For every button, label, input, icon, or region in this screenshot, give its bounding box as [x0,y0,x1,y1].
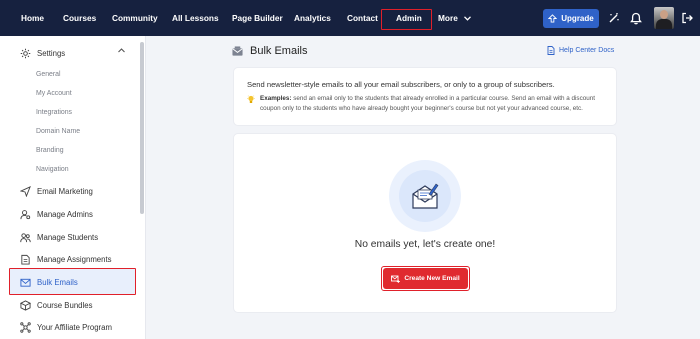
settings-sub-general[interactable]: General [36,69,61,81]
avatar[interactable] [654,7,674,29]
affiliate-icon [20,321,31,333]
chevron-down-icon [464,16,472,21]
sidebar-item-manage-assignments[interactable]: Manage Assignments [0,250,140,268]
gear-icon [20,48,31,59]
magic-wand-icon[interactable] [607,10,621,26]
bundle-icon [20,299,31,311]
sidebar-scrollbar[interactable] [140,42,144,214]
page-title: Bulk Emails [250,45,308,57]
avatar-face [660,10,668,19]
nav-home[interactable]: Home [21,0,44,36]
example-line-1: Examples: send an email only to the stud… [260,95,595,102]
nav-page-builder[interactable]: Page Builder [232,0,283,36]
top-navigation-bar: Home Courses Community All Lessons Page … [0,0,700,36]
settings-sub-domain-name[interactable]: Domain Name [36,126,80,138]
email-title-icon [232,46,243,56]
admin-highlight-box [381,9,432,30]
sidebar-item-label: Email Marketing [37,186,93,196]
settings-sub-integrations[interactable]: Integrations [36,107,72,119]
nav-more[interactable]: More [438,0,472,36]
sidebar-item-label: Settings [37,48,66,58]
upgrade-label: Upgrade [561,14,594,23]
send-icon [20,185,31,197]
sidebar-item-email-marketing[interactable]: Email Marketing [0,182,140,200]
sidebar-item-label: Manage Assignments [37,254,112,264]
sidebar-item-label: Manage Admins [37,209,93,219]
sidebar-item-course-bundles[interactable]: Course Bundles [0,296,140,314]
avatar-body [656,19,672,29]
add-mail-icon [391,275,401,283]
sidebar-item-label: Bulk Emails [37,277,78,287]
envelope-pen-icon [399,170,451,222]
help-center-link[interactable]: Help Center Docs [547,46,614,55]
example-text-1: send an email only to the students that … [293,95,595,102]
bell-icon[interactable] [629,10,643,26]
sidebar-item-label: Course Bundles [37,300,93,310]
sidebar-item-label: Your Affiliate Program [37,322,112,332]
nav-courses[interactable]: Courses [63,0,96,36]
sidebar-item-settings[interactable]: Settings [0,44,140,62]
lightbulb-icon [247,95,255,103]
settings-sub-branding[interactable]: Branding [36,145,64,157]
nav-community[interactable]: Community [112,0,158,36]
settings-sub-my-account[interactable]: My Account [36,88,72,100]
create-new-email-button[interactable]: Create New Email [383,268,468,289]
sidebar-item-bulk-emails[interactable]: Bulk Emails [0,273,140,291]
logout-icon[interactable] [680,10,694,26]
students-icon [20,232,31,243]
create-new-email-label: Create New Email [404,275,460,282]
nav-more-label: More [438,13,458,23]
doc-icon [547,46,555,55]
mail-icon [20,277,31,288]
nav-all-lessons[interactable]: All Lessons [172,0,219,36]
sidebar-item-label: Manage Students [37,232,99,242]
nav-contact[interactable]: Contact [347,0,378,36]
sidebar-item-manage-students[interactable]: Manage Students [0,228,140,246]
example-label: Examples: [260,95,292,102]
intro-text: Send newsletter-style emails to all your… [247,80,555,89]
sidebar-item-manage-admins[interactable]: Manage Admins [0,205,140,223]
chevron-up-icon[interactable] [118,48,125,53]
nav-analytics[interactable]: Analytics [294,0,331,36]
example-line-2: coupon only to the students who have alr… [260,105,583,112]
upgrade-button[interactable]: Upgrade [543,9,599,28]
upgrade-arrow-icon [548,14,558,23]
empty-state-message: No emails yet, let's create one! [354,239,496,250]
help-center-label: Help Center Docs [559,47,615,54]
settings-sub-navigation[interactable]: Navigation [36,164,69,176]
assignment-icon [20,254,31,265]
admin-gear-icon [20,209,31,220]
sidebar-item-affiliate-program[interactable]: Your Affiliate Program [0,318,140,336]
